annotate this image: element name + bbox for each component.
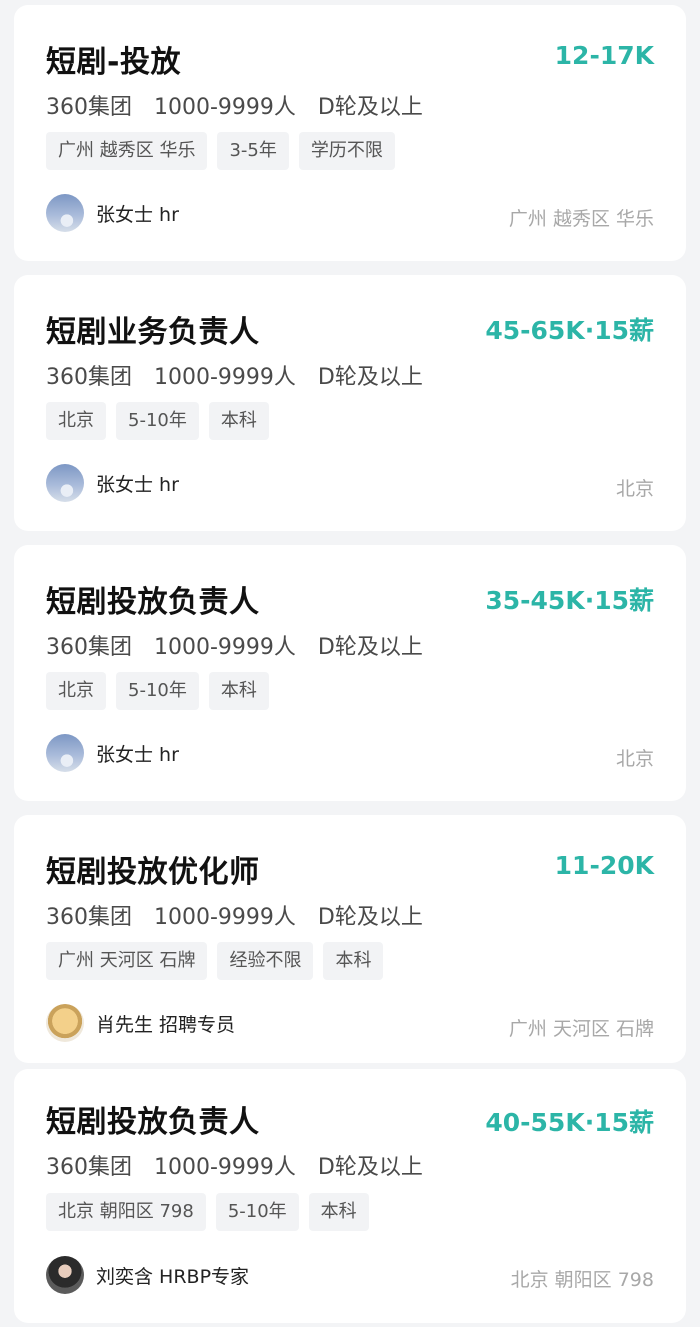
recruiter[interactable]: 张女士 hr: [46, 194, 179, 232]
job-title: 短剧投放负责人: [46, 1105, 260, 1140]
avatar: [46, 1256, 84, 1294]
job-tags: 广州 天河区 石牌 经验不限 本科: [46, 942, 384, 980]
company-name: 360集团: [46, 635, 132, 660]
recruiter-name: 肖先生 招聘专员: [96, 1013, 236, 1036]
job-title: 短剧业务负责人: [46, 315, 260, 350]
job-location: 北京 朝阳区 798: [510, 1269, 654, 1291]
funding-stage: D轮及以上: [317, 905, 423, 930]
tag-experience: 5-10年: [116, 672, 199, 710]
company-name: 360集团: [46, 1155, 132, 1180]
tag-education: 学历不限: [298, 132, 395, 170]
job-salary: 12-17K: [554, 41, 654, 70]
recruiter-name: 张女士 hr: [96, 743, 179, 766]
funding-stage: D轮及以上: [317, 1155, 423, 1180]
tag-education: 本科: [308, 1193, 369, 1231]
job-card[interactable]: 短剧投放负责人 40-55K·15薪 360集团 1000-9999人 D轮及以上 …: [14, 1069, 686, 1323]
funding-stage: D轮及以上: [317, 365, 423, 390]
job-location: 广州 天河区 石牌: [508, 1018, 654, 1040]
company-info: 360集团 1000-9999人 D轮及以上: [46, 629, 445, 661]
job-card[interactable]: 短剧投放优化师 11-20K 360集团 1000-9999人 D轮及以上 广州 天…: [14, 815, 686, 1063]
company-size: 1000-9999人: [154, 635, 296, 660]
company-info: 360集团 1000-9999人 D轮及以上: [46, 89, 445, 121]
company-name: 360集团: [46, 95, 132, 120]
job-card[interactable]: 短剧业务负责人 45-65K·15薪 360集团 1000-9999人 D轮及以上 …: [14, 275, 686, 531]
tag-location: 广州 天河区 石牌: [46, 942, 208, 980]
job-salary: 45-65K·15薪: [485, 316, 654, 345]
job-card[interactable]: 短剧投放负责人 35-45K·15薪 360集团 1000-9999人 D轮及以上 …: [14, 545, 686, 801]
recruiter-name: 张女士 hr: [96, 473, 179, 496]
job-list: 短剧-投放 12-17K 360集团 1000-9999人 D轮及以上 广州 越秀区…: [0, 0, 700, 1327]
company-info: 360集团 1000-9999人 D轮及以上: [46, 899, 445, 931]
tag-experience: 5-10年: [116, 402, 199, 440]
tag-location: 北京 朝阳区 798: [46, 1193, 206, 1231]
tag-location: 北京: [46, 672, 106, 710]
funding-stage: D轮及以上: [317, 635, 423, 660]
recruiter[interactable]: 肖先生 招聘专员: [46, 1004, 235, 1042]
job-tags: 广州 越秀区 华乐 3-5年 学历不限: [46, 132, 395, 170]
recruiter-name: 张女士 hr: [96, 203, 179, 226]
company-size: 1000-9999人: [154, 95, 296, 120]
tag-location: 北京: [46, 402, 106, 440]
job-card[interactable]: 短剧-投放 12-17K 360集团 1000-9999人 D轮及以上 广州 越秀区…: [14, 5, 686, 261]
tag-experience: 经验不限: [217, 942, 314, 980]
recruiter-name: 刘奕含 HRBP专家: [96, 1265, 250, 1288]
job-location: 广州 越秀区 华乐: [508, 208, 654, 230]
job-title: 短剧-投放: [46, 45, 181, 80]
company-info: 360集团 1000-9999人 D轮及以上: [46, 359, 445, 391]
job-tags: 北京 5-10年 本科: [46, 672, 269, 710]
job-salary: 40-55K·15薪: [485, 1108, 654, 1137]
company-size: 1000-9999人: [154, 905, 296, 930]
tag-education: 本科: [323, 942, 384, 980]
funding-stage: D轮及以上: [317, 95, 423, 120]
tag-location: 广州 越秀区 华乐: [46, 132, 208, 170]
recruiter[interactable]: 张女士 hr: [46, 734, 179, 772]
recruiter[interactable]: 张女士 hr: [46, 464, 179, 502]
tag-experience: 5-10年: [215, 1193, 299, 1231]
job-tags: 北京 朝阳区 798 5-10年 本科: [46, 1193, 369, 1231]
job-location: 北京: [615, 478, 654, 500]
tag-education: 本科: [208, 402, 269, 440]
job-salary: 35-45K·15薪: [485, 586, 654, 615]
tag-education: 本科: [208, 672, 269, 710]
company-size: 1000-9999人: [154, 365, 296, 390]
avatar: [46, 734, 84, 772]
company-size: 1000-9999人: [154, 1155, 296, 1180]
job-salary: 11-20K: [554, 851, 654, 880]
job-title: 短剧投放负责人: [46, 585, 260, 620]
avatar: [46, 464, 84, 502]
company-name: 360集团: [46, 365, 132, 390]
avatar: [46, 1004, 84, 1042]
job-location: 北京: [615, 748, 654, 770]
job-tags: 北京 5-10年 本科: [46, 402, 269, 440]
company-name: 360集团: [46, 905, 132, 930]
job-title: 短剧投放优化师: [46, 855, 260, 890]
avatar: [46, 194, 84, 232]
tag-experience: 3-5年: [217, 132, 289, 170]
recruiter[interactable]: 刘奕含 HRBP专家: [46, 1256, 249, 1294]
company-info: 360集团 1000-9999人 D轮及以上: [46, 1149, 445, 1181]
